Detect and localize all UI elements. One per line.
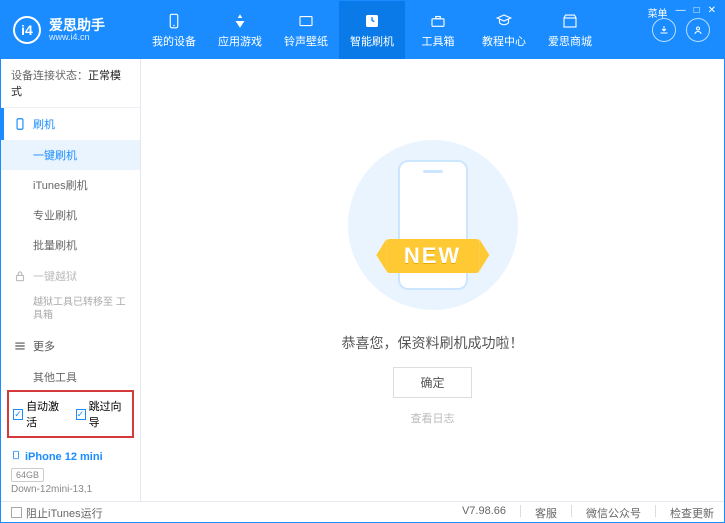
close-button[interactable]: ✕ <box>708 5 716 20</box>
app-title: 爱思助手 <box>49 18 105 32</box>
sidebar-item-other-tools[interactable]: 其他工具 <box>1 362 140 386</box>
sidebar: 设备连接状态：正常模式 刷机 一键刷机 iTunes刷机 专业刷机 批量刷机 一… <box>1 59 141 501</box>
sidebar-item-pro-flash[interactable]: 专业刷机 <box>1 200 140 230</box>
app-header: 菜单 — □ ✕ i4 爱思助手 www.i4.cn 我的设备 应用游戏 铃声壁… <box>1 1 724 59</box>
device-storage-badge: 64GB <box>11 468 44 482</box>
header-right-icons <box>652 18 724 42</box>
check-icon: ✓ <box>76 409 86 420</box>
window-controls: 菜单 — □ ✕ <box>648 5 716 20</box>
view-log-link[interactable]: 查看日志 <box>411 410 455 426</box>
success-illustration: NEW <box>343 135 523 315</box>
apps-icon <box>230 11 250 31</box>
app-url: www.i4.cn <box>49 32 105 43</box>
tutorial-icon <box>494 11 514 31</box>
menu-button[interactable]: 菜单 <box>648 5 668 20</box>
checkbox-auto-activate[interactable]: ✓ 自动激活 <box>13 398 66 430</box>
nav-toolbox[interactable]: 工具箱 <box>405 1 471 59</box>
list-icon <box>13 339 27 353</box>
main-nav: 我的设备 应用游戏 铃声壁纸 智能刷机 工具箱 教程中心 爱思商城 <box>141 1 652 59</box>
sidebar-group-more[interactable]: 更多 <box>1 330 140 362</box>
check-icon: ✓ <box>13 409 23 420</box>
nav-tutorial[interactable]: 教程中心 <box>471 1 537 59</box>
check-update-link[interactable]: 检查更新 <box>670 505 714 521</box>
sidebar-group-flash[interactable]: 刷机 <box>1 108 140 140</box>
phone-icon <box>13 117 27 131</box>
options-highlight-box: ✓ 自动激活 ✓ 跳过向导 <box>7 390 134 438</box>
checkbox-empty-icon <box>11 507 22 518</box>
nav-apps-games[interactable]: 应用游戏 <box>207 1 273 59</box>
download-icon[interactable] <box>652 18 676 42</box>
lock-icon <box>13 269 27 283</box>
device-info[interactable]: iPhone 12 mini 64GB Down-12mini-13,1 <box>1 442 140 501</box>
support-link[interactable]: 客服 <box>535 505 557 521</box>
device-name: iPhone 12 mini <box>25 451 103 463</box>
new-banner: NEW <box>386 239 479 273</box>
nav-store[interactable]: 爱思商城 <box>537 1 603 59</box>
device-identifier: Down-12mini-13,1 <box>11 484 130 495</box>
toolbox-icon <box>428 11 448 31</box>
sidebar-item-batch-flash[interactable]: 批量刷机 <box>1 230 140 260</box>
nav-my-device[interactable]: 我的设备 <box>141 1 207 59</box>
connection-status: 设备连接状态：正常模式 <box>1 59 140 108</box>
confirm-button[interactable]: 确定 <box>393 367 471 398</box>
version-label: V7.98.66 <box>462 505 506 521</box>
phone-small-icon <box>11 448 21 465</box>
checkbox-skip-guide[interactable]: ✓ 跳过向导 <box>76 398 129 430</box>
nav-smart-flash[interactable]: 智能刷机 <box>339 1 405 59</box>
sidebar-group-jailbreak: 一键越狱 <box>1 260 140 292</box>
nav-ringtone-wallpaper[interactable]: 铃声壁纸 <box>273 1 339 59</box>
device-icon <box>164 11 184 31</box>
logo-icon: i4 <box>13 16 41 44</box>
logo-area: i4 爱思助手 www.i4.cn <box>1 16 141 44</box>
minimize-button[interactable]: — <box>676 5 686 20</box>
flash-icon <box>362 11 382 31</box>
media-icon <box>296 11 316 31</box>
wechat-link[interactable]: 微信公众号 <box>586 505 641 521</box>
footer: 阻止iTunes运行 V7.98.66 客服 微信公众号 检查更新 <box>1 501 724 523</box>
sidebar-item-itunes-flash[interactable]: iTunes刷机 <box>1 170 140 200</box>
checkbox-block-itunes[interactable]: 阻止iTunes运行 <box>11 505 103 521</box>
jailbreak-note: 越狱工具已转移至 工具箱 <box>1 292 140 330</box>
user-icon[interactable] <box>686 18 710 42</box>
sidebar-item-onekey-flash[interactable]: 一键刷机 <box>1 140 140 170</box>
success-message: 恭喜您，保资料刷机成功啦！ <box>342 333 524 353</box>
store-icon <box>560 11 580 31</box>
main-content: NEW 恭喜您，保资料刷机成功啦！ 确定 查看日志 <box>141 59 724 501</box>
maximize-button[interactable]: □ <box>694 5 700 20</box>
